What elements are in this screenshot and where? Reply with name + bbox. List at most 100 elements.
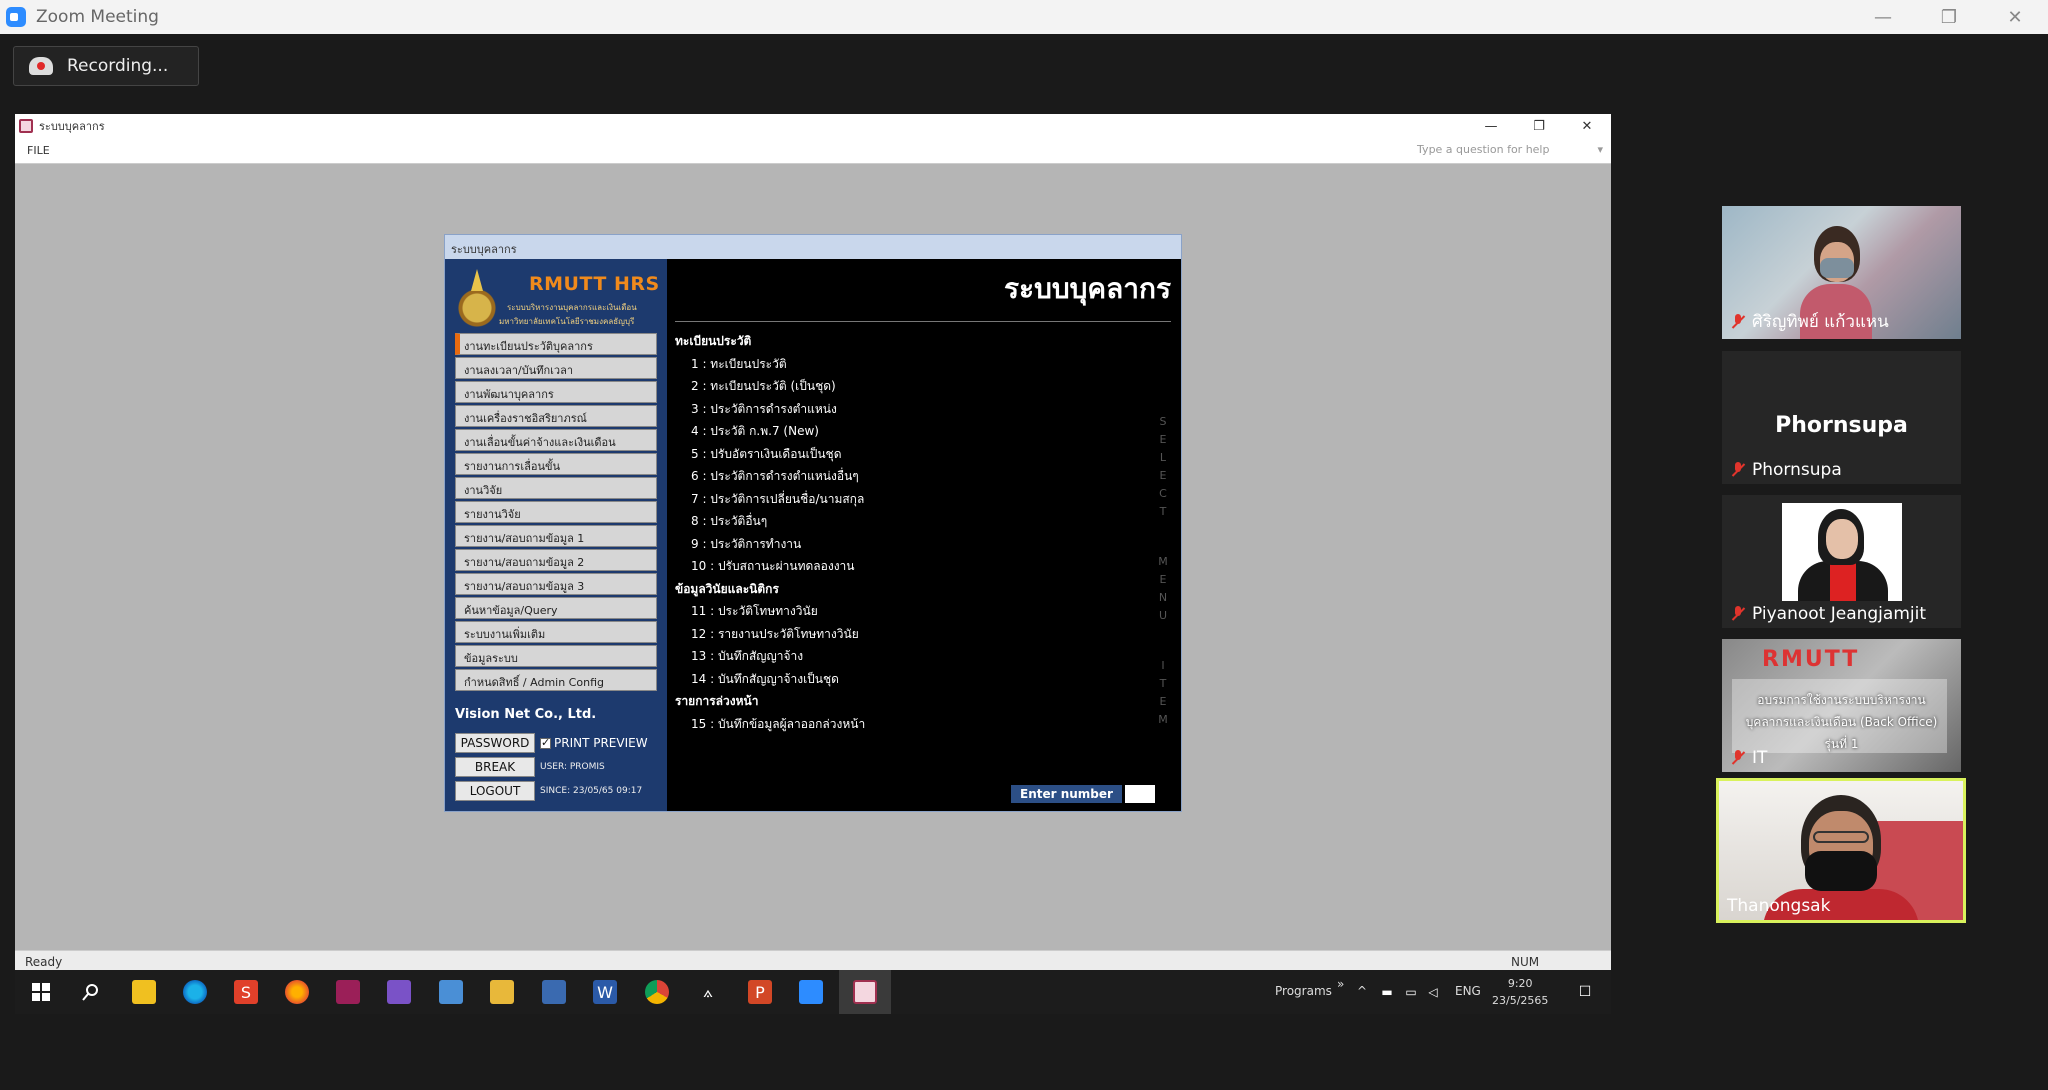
menu-item[interactable]: 13 : บันทึกสัญญาจ้าง <box>675 644 1145 667</box>
restore-button[interactable]: ❐ <box>1916 0 1982 34</box>
chrome-icon[interactable] <box>645 980 669 1004</box>
cloud-record-icon <box>29 57 53 75</box>
app-minimize-button[interactable]: — <box>1467 114 1515 138</box>
file-explorer-icon[interactable] <box>490 980 514 1004</box>
participant-tile-active-speaker[interactable]: Thanongsak <box>1716 778 1966 923</box>
enter-number-input[interactable] <box>1124 785 1155 803</box>
break-button[interactable]: BREAK <box>455 757 535 777</box>
system-title: ระบบบุคลากร <box>1003 272 1171 305</box>
nav-item[interactable]: งานพัฒนาบุคลากร <box>455 381 657 403</box>
logout-button[interactable]: LOGOUT <box>455 781 535 801</box>
tray-overflow-icon[interactable]: ^ <box>1357 984 1367 998</box>
windows-taskbar: S W ⟑ P Programs » ^ ▬ ▭ ◁ ENG 9:20 23/5… <box>15 970 1611 1014</box>
vertical-label-letter: M <box>1158 713 1168 726</box>
banner-line: บุคลากรและเงินเดือน (Back Office) <box>1745 715 1938 729</box>
menu-item[interactable]: 8 : ประวัติอื่นๆ <box>675 509 1145 532</box>
enter-number-label: Enter number <box>1011 785 1122 803</box>
menu-item[interactable]: 12 : รายงานประวัติโทษทางวินัย <box>675 622 1145 645</box>
active-taskbar-item[interactable] <box>839 970 891 1014</box>
menu-item[interactable]: 5 : ปรับอัตราเงินเดือนเป็นชุด <box>675 442 1145 465</box>
visual-studio-icon[interactable] <box>387 980 411 1004</box>
nav-item[interactable]: งานลงเวลา/บันทึกเวลา <box>455 357 657 379</box>
virtual-background-brand: RMUTT <box>1762 647 1860 672</box>
help-search[interactable]: Type a question for help ▾ <box>1417 143 1603 156</box>
network-app-icon[interactable] <box>542 980 566 1004</box>
app-s-icon[interactable]: S <box>234 980 258 1004</box>
windows-start-icon[interactable] <box>29 980 53 1004</box>
app-window-title: ระบบบุคลากร <box>39 120 105 133</box>
nav-item[interactable]: รายงาน/สอบถามข้อมูล 1 <box>455 525 657 547</box>
participant-face <box>1826 519 1858 559</box>
app-icon <box>19 119 33 133</box>
menu-item[interactable]: 4 : ประวัติ ก.พ.7 (New) <box>675 419 1145 442</box>
print-preview-checkbox[interactable] <box>540 736 551 749</box>
database-app-icon[interactable] <box>336 980 360 1004</box>
volume-icon[interactable]: ◁ <box>1425 980 1441 1004</box>
nav-item[interactable]: รายงานวิจัย <box>455 501 657 523</box>
stack-app-icon[interactable] <box>439 980 463 1004</box>
logo-subtitle-2: มหาวิทยาลัยเทคโนโลยีราชมงคลธัญบุรี <box>499 317 635 326</box>
firefox-icon[interactable] <box>285 980 309 1004</box>
minimize-button[interactable]: — <box>1850 0 1916 34</box>
nav-item[interactable]: รายงาน/สอบถามข้อมูล 2 <box>455 549 657 571</box>
network-icon[interactable]: ▭ <box>1403 980 1419 1004</box>
menu-item[interactable]: 9 : ประวัติการทำงาน <box>675 532 1145 555</box>
nav-item[interactable]: รายงาน/สอบถามข้อมูล 3 <box>455 573 657 595</box>
participant-name: IT <box>1730 748 1767 768</box>
app-restore-button[interactable]: ❐ <box>1515 114 1563 138</box>
battery-icon[interactable]: ▬ <box>1379 980 1395 1004</box>
nav-item[interactable]: ระบบงานเพิ่มเติม <box>455 621 657 643</box>
chevron-down-icon[interactable]: ▾ <box>1597 143 1603 156</box>
logo-subtitle-1: ระบบบริหารงานบุคลากรและเงินเดือน <box>507 303 637 312</box>
clock-date: 23/5/2565 <box>1492 994 1549 1007</box>
menu-item[interactable]: 14 : บันทึกสัญญาจ้างเป็นชุด <box>675 667 1145 690</box>
nav-item[interactable]: งานเครื่องราชอิสริยาภรณ์ <box>455 405 657 427</box>
word-icon[interactable]: W <box>593 980 617 1004</box>
menu-item[interactable]: 15 : บันทึกข้อมูลผู้ลาออกล่วงหน้า <box>675 712 1145 735</box>
sticky-notes-icon[interactable] <box>132 980 156 1004</box>
participant-name-text: IT <box>1752 748 1768 768</box>
system-clock[interactable]: 9:20 23/5/2565 <box>1492 975 1548 1009</box>
password-button[interactable]: PASSWORD <box>455 733 535 753</box>
zoom-window-title: Zoom Meeting <box>36 7 159 27</box>
rmutt-logo: RMUTT HRS ระบบบริหารงานบุคลากรและเงินเดื… <box>453 265 661 333</box>
edge-browser-icon[interactable] <box>183 980 207 1004</box>
nav-item[interactable]: กำหนดสิทธิ์ / Admin Config <box>455 669 657 691</box>
acrobat-icon[interactable]: ⟑ <box>696 980 720 1004</box>
help-placeholder: Type a question for help <box>1417 143 1550 156</box>
nav-item[interactable]: งานทะเบียนประวัติบุคลากร <box>455 333 657 355</box>
language-indicator[interactable]: ENG <box>1455 984 1481 998</box>
toolbar-chevron-icon[interactable]: » <box>1337 977 1344 991</box>
search-icon[interactable] <box>79 980 103 1004</box>
recording-indicator[interactable]: Recording... <box>13 46 199 86</box>
logo-name: RMUTT HRS <box>529 273 660 295</box>
nav-item[interactable]: ค้นหาข้อมูล/Query <box>455 597 657 619</box>
nav-item[interactable]: งานเลื่อนขั้นค่าจ้างและเงินเดือน <box>455 429 657 451</box>
participant-tile[interactable]: ศิริญทิพย์ แก้วแหน <box>1722 206 1961 339</box>
menu-item[interactable]: 10 : ปรับสถานะผ่านทดลองงาน <box>675 554 1145 577</box>
menu-item[interactable]: 6 : ประวัติการดำรงตำแหน่งอื่นๆ <box>675 464 1145 487</box>
nav-item[interactable]: งานวิจัย <box>455 477 657 499</box>
app-close-button[interactable]: ✕ <box>1563 114 1611 138</box>
menu-item[interactable]: 3 : ประวัติการดำรงตำแหน่ง <box>675 397 1145 420</box>
menu-item[interactable]: 2 : ทะเบียนประวัติ (เป็นชุด) <box>675 374 1145 397</box>
menu-item[interactable]: 1 : ทะเบียนประวัติ <box>675 352 1145 375</box>
menu-item[interactable]: 7 : ประวัติการเปลี่ยนชื่อ/นามสกุล <box>675 487 1145 510</box>
participant-name-text: ศิริญทิพย์ แก้วแหน <box>1752 312 1889 332</box>
notifications-icon[interactable]: ☐ <box>1575 980 1595 1004</box>
menu-item[interactable]: 11 : ประวัติโทษทางวินัย <box>675 599 1145 622</box>
zoom-taskbar-icon[interactable] <box>799 980 823 1004</box>
muted-mic-icon <box>1730 313 1746 330</box>
nav-item[interactable]: รายงานการเลื่อนขั้น <box>455 453 657 475</box>
participant-tile[interactable]: Piyanoot Jeangjamjit <box>1722 495 1961 628</box>
participant-tile[interactable]: RMUTT อบรมการใช้งานระบบบริหารงาน บุคลากร… <box>1722 639 1961 772</box>
virtual-background-text: อบรมการใช้งานระบบบริหารงาน บุคลากรและเงิ… <box>1722 689 1961 755</box>
vertical-label-letter: C <box>1159 487 1167 500</box>
nav-item[interactable]: ข้อมูลระบบ <box>455 645 657 667</box>
close-button[interactable]: ✕ <box>1982 0 2048 34</box>
section-heading: ทะเบียนประวัติ <box>675 334 752 348</box>
menu-file[interactable]: FILE <box>27 144 50 157</box>
powerpoint-icon[interactable]: P <box>748 980 772 1004</box>
programs-toolbar[interactable]: Programs <box>1275 984 1332 998</box>
participant-tile[interactable]: Phornsupa Phornsupa <box>1722 351 1961 484</box>
